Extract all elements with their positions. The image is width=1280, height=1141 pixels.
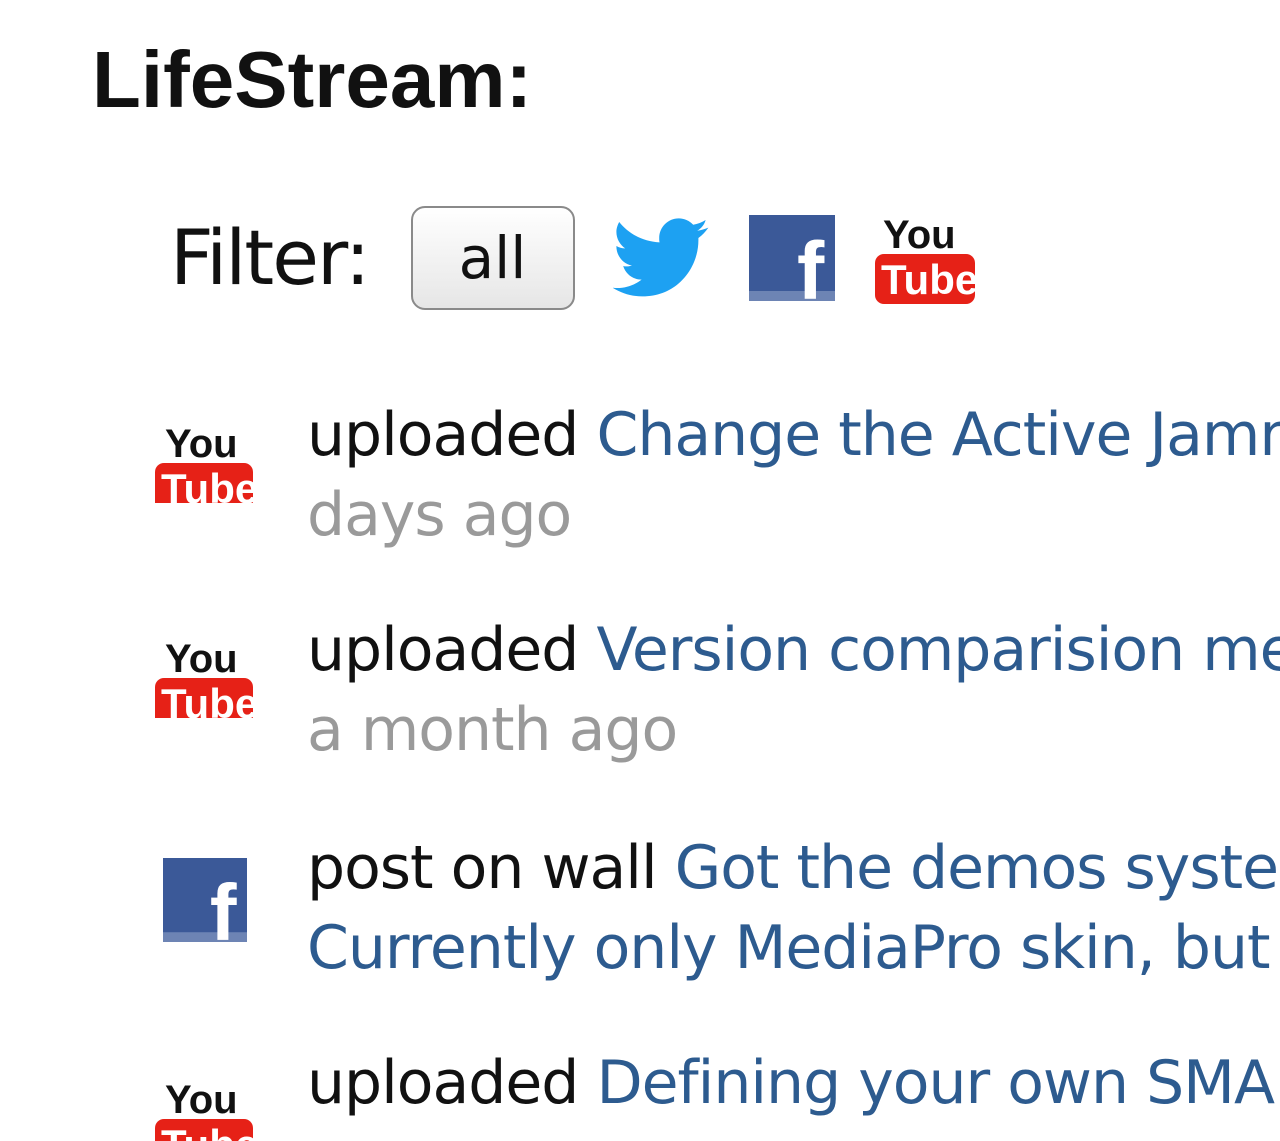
item-time: days ago: [307, 480, 572, 550]
item-verb: uploaded: [307, 1048, 579, 1118]
svg-text:Tube: Tube: [161, 465, 255, 503]
item-source-icon: f: [163, 858, 247, 957]
item-link[interactable]: Change the Active Jamm: [596, 400, 1280, 470]
item-link[interactable]: Got the demos syste: [675, 833, 1279, 903]
lifestream-page: LifeStream: Filter: all f You Tube You T…: [0, 0, 1280, 1141]
item-source-icon: You Tube: [155, 622, 258, 728]
item-source-icon: You Tube: [155, 1055, 258, 1141]
svg-text:Tube: Tube: [161, 680, 255, 718]
svg-text:You: You: [165, 1078, 238, 1122]
lifestream-list: You Tube uploaded Change the Active Jamm…: [0, 0, 1280, 1141]
svg-text:You: You: [165, 422, 238, 466]
item-text: uploaded Defining your own SMA: [307, 1043, 1280, 1123]
item-verb: post on wall: [307, 833, 658, 903]
item-verb: uploaded: [307, 400, 579, 470]
item-text: uploaded Change the Active Jamm days ago: [307, 395, 1280, 555]
item-link[interactable]: Defining your own SMA: [596, 1048, 1275, 1118]
svg-text:Tube: Tube: [161, 1121, 255, 1141]
youtube-icon: You Tube: [155, 637, 258, 728]
item-source-icon: You Tube: [155, 407, 258, 513]
item-link[interactable]: Version comparision me: [596, 615, 1280, 685]
facebook-icon: f: [163, 858, 247, 957]
item-link-continued[interactable]: Currently only MediaPro skin, but: [307, 908, 1280, 988]
svg-text:You: You: [165, 637, 238, 681]
youtube-icon: You Tube: [155, 1078, 258, 1141]
svg-text:f: f: [210, 867, 237, 942]
item-text: post on wall Got the demos syste Current…: [307, 828, 1280, 988]
item-verb: uploaded: [307, 615, 579, 685]
item-time: a month ago: [307, 695, 678, 765]
youtube-icon: You Tube: [155, 422, 258, 513]
item-text: uploaded Version comparision me a month …: [307, 610, 1280, 770]
